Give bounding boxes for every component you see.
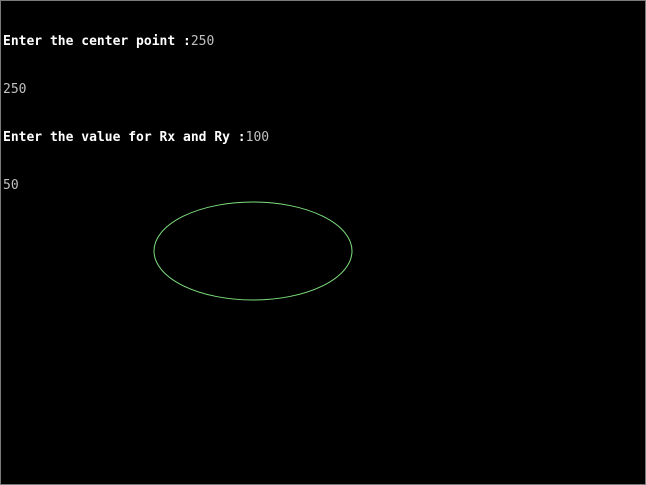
- console-input: 250: [3, 82, 27, 97]
- graphics-window: Enter the center point :250 250 Enter th…: [0, 0, 646, 485]
- console-output: Enter the center point :250 250 Enter th…: [3, 2, 269, 226]
- console-line: Enter the center point :250: [3, 34, 269, 50]
- console-line: 250: [3, 82, 269, 98]
- console-input: 250: [190, 34, 215, 49]
- console-prompt: Enter the value for Rx and Ry :: [3, 130, 246, 145]
- console-input: 50: [3, 178, 19, 193]
- console-line: 50: [3, 178, 269, 194]
- console-line: Enter the value for Rx and Ry :100: [3, 130, 269, 146]
- console-input: 100: [245, 130, 270, 145]
- console-prompt: Enter the center point :: [3, 34, 191, 49]
